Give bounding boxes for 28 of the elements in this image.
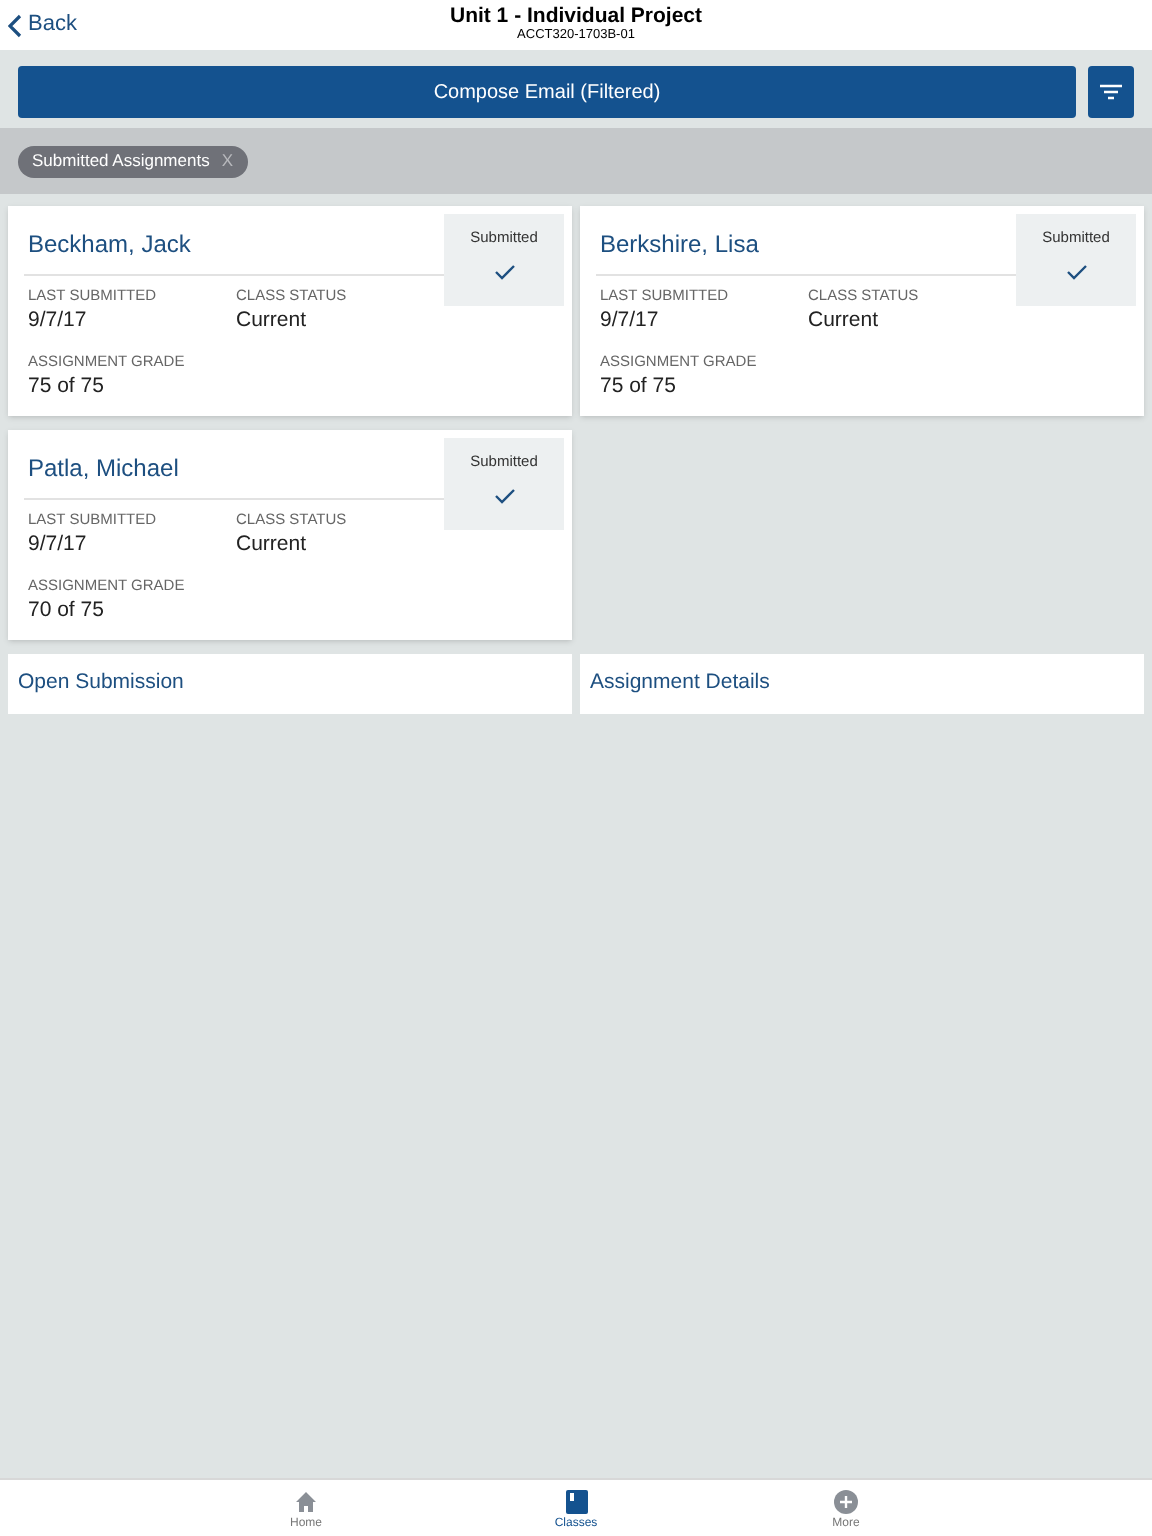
compose-email-button[interactable]: Compose Email (Filtered) (18, 66, 1076, 118)
field-value: 70 of 75 (28, 596, 106, 627)
field-value: 9/7/17 (28, 530, 89, 561)
home-icon (294, 1490, 318, 1514)
check-icon (493, 264, 515, 281)
back-button[interactable]: Back (0, 8, 77, 42)
filter-chip[interactable]: Submitted Assignments X (18, 145, 247, 177)
chip-label: Submitted Assignments (32, 148, 210, 174)
plus-circle-icon (834, 1490, 858, 1514)
chevron-left-icon (8, 13, 22, 37)
check-icon (1065, 264, 1087, 281)
field-value: Current (808, 306, 881, 337)
field-value: 75 of 75 (28, 372, 106, 403)
field-value: Current (236, 306, 309, 337)
field-value: 9/7/17 (28, 306, 89, 337)
student-name: Patla, Michael (28, 452, 181, 486)
field-value: Current (236, 530, 309, 561)
filter-icon (1100, 84, 1122, 100)
check-icon (493, 488, 515, 505)
filter-button[interactable] (1088, 66, 1134, 118)
action-button[interactable]: Assignment Details (580, 654, 1144, 714)
field-value: 9/7/17 (600, 306, 661, 337)
field-value: 75 of 75 (600, 372, 678, 403)
student-name: Berkshire, Lisa (600, 228, 761, 262)
book-icon (565, 1490, 587, 1514)
student-name: Beckham, Jack (28, 228, 193, 262)
action-button[interactable]: Open Submission (8, 654, 572, 714)
page-title: Unit 1 - Individual Project (449, 6, 702, 28)
